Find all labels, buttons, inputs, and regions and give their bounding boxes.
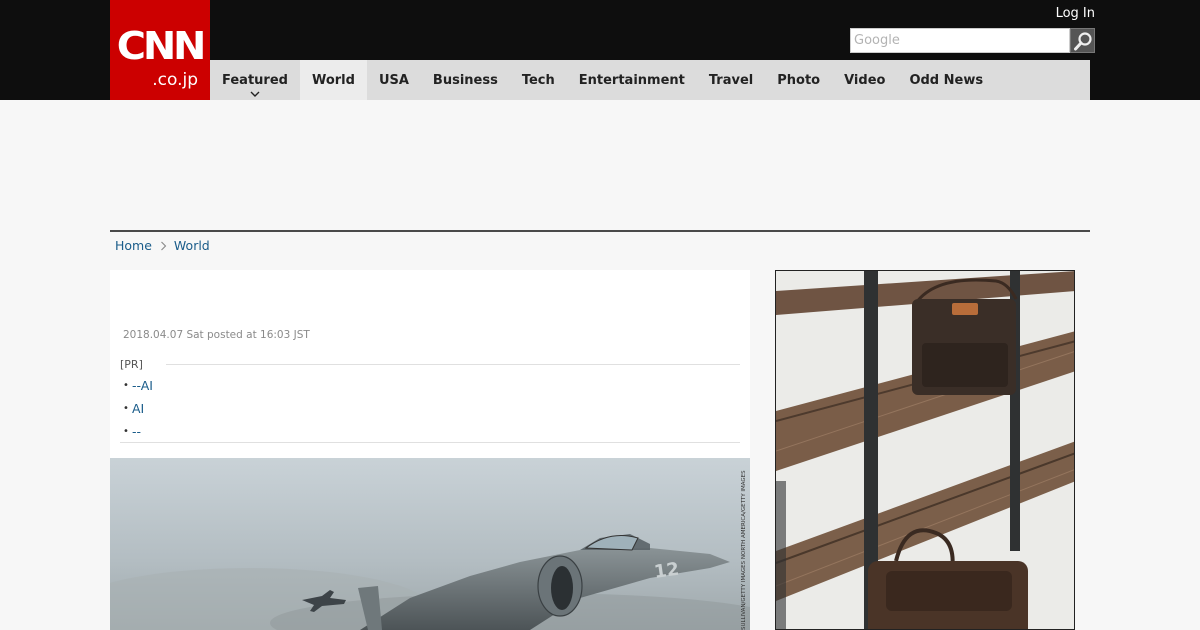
nav-usa-label: USA	[378, 72, 409, 88]
fighter-jet-image: 12	[110, 458, 750, 630]
pr-list-item: • AI	[120, 397, 153, 420]
nav-tech[interactable]: Tech	[510, 60, 567, 100]
search-icon	[1074, 32, 1092, 51]
nav-photo[interactable]: Photo	[765, 60, 832, 100]
nav-world[interactable]: World	[299, 60, 367, 100]
nav-odd-news-label: Odd News	[909, 72, 984, 88]
nav-world-label: World	[311, 72, 355, 88]
nav-entertainment[interactable]: Entertainment	[567, 60, 697, 100]
breadcrumb-home-link[interactable]: Home	[115, 238, 152, 253]
pr-links-box: [PR] • --AI • AI • --	[120, 356, 740, 443]
leather-bags-on-shelf-ad	[776, 271, 1074, 629]
top-bar: CNN .co.jp Log In Featured World USA Bus…	[0, 0, 1200, 100]
pr-label: [PR]	[120, 358, 143, 371]
nav-entertainment-label: Entertainment	[578, 72, 685, 88]
nav-tech-label: Tech	[521, 72, 555, 88]
svg-text:12: 12	[653, 559, 681, 583]
breadcrumb-world-link[interactable]: World	[174, 238, 210, 253]
nav-video-label: Video	[844, 72, 886, 88]
pr-divider-bottom	[120, 442, 740, 443]
login-link[interactable]: Log In	[1056, 5, 1095, 23]
bullet-icon: •	[123, 403, 129, 414]
nav-business-label: Business	[432, 72, 498, 88]
chevron-down-icon	[250, 91, 260, 97]
main-nav: Featured World USA Business Tech Enterta…	[210, 60, 1090, 100]
article-dateline: 2018.04.07 Sat posted at 16:03 JST	[123, 329, 310, 341]
photo-credit: SULLIVAN/GETTY IMAGES NORTH AMERICA/GETT…	[741, 470, 747, 630]
pr-list-item: • --	[120, 420, 153, 443]
nav-video[interactable]: Video	[832, 60, 897, 100]
logo-brand-text: CNN	[116, 24, 207, 68]
pr-list-item: • --AI	[120, 374, 153, 397]
nav-featured-label: Featured	[222, 72, 288, 88]
nav-usa[interactable]: USA	[367, 60, 421, 100]
article-photo: 12 SULLIVAN/GETTY IMAGES NORTH AMERICA/G…	[110, 458, 750, 630]
nav-travel[interactable]: Travel	[697, 60, 765, 100]
cnn-logo[interactable]: CNN .co.jp	[110, 0, 210, 100]
side-advertisement[interactable]	[775, 270, 1075, 630]
breadcrumb: Home World	[115, 238, 210, 253]
nav-photo-label: Photo	[777, 72, 821, 88]
article-card: 2018.04.07 Sat posted at 16:03 JST [PR] …	[110, 270, 750, 630]
pr-divider-top	[166, 364, 740, 365]
pr-link[interactable]: AI	[132, 401, 144, 416]
pr-link[interactable]: --	[132, 424, 141, 439]
logo-suffix-text: .co.jp	[152, 70, 198, 90]
pr-link-list: • --AI • AI • --	[120, 374, 153, 443]
nav-featured[interactable]: Featured	[210, 60, 300, 100]
search-button[interactable]	[1070, 28, 1095, 53]
chevron-right-icon	[161, 241, 167, 250]
nav-travel-label: Travel	[708, 72, 754, 88]
bullet-icon: •	[123, 426, 129, 437]
section-divider	[110, 230, 1090, 232]
search-box	[850, 28, 1070, 53]
nav-business[interactable]: Business	[421, 60, 510, 100]
nav-odd-news[interactable]: Odd News	[897, 60, 995, 100]
pr-link[interactable]: --AI	[132, 378, 153, 393]
search-input[interactable]	[851, 29, 1069, 52]
bullet-icon: •	[123, 380, 129, 391]
